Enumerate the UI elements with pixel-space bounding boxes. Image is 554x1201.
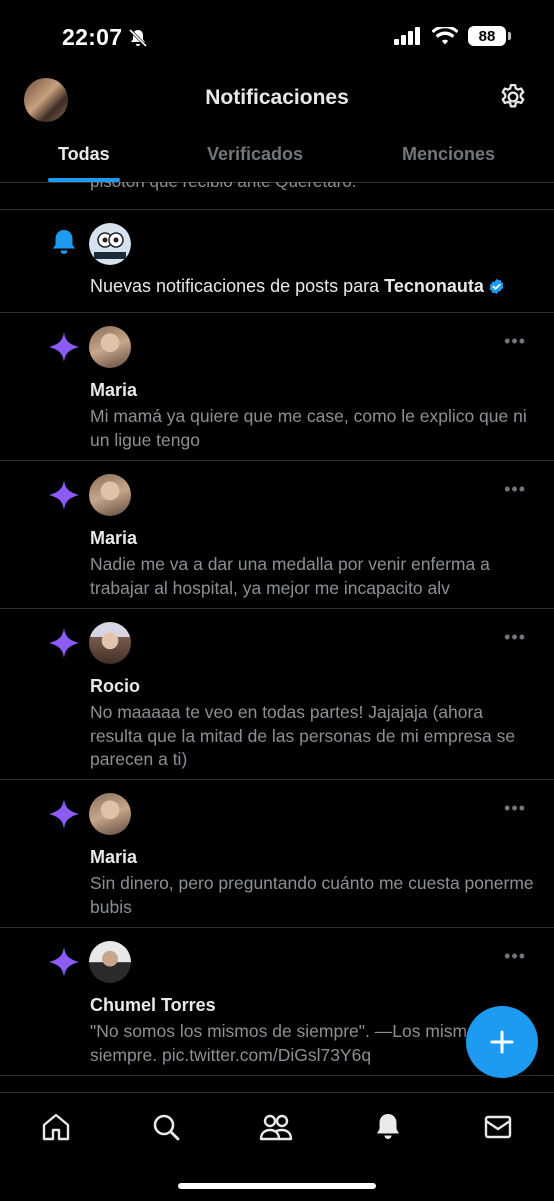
more-options-icon[interactable]: ••• bbox=[504, 798, 526, 819]
bottom-nav bbox=[0, 1092, 554, 1201]
subscription-notification[interactable]: Nuevas notificaciones de posts para Tecn… bbox=[0, 210, 554, 313]
notification-item[interactable]: ••• Rocio No maaaaa te veo en todas part… bbox=[0, 609, 554, 780]
tecnonauta-avatar[interactable] bbox=[89, 223, 131, 265]
author-name[interactable]: Maria bbox=[90, 528, 137, 549]
bell-slash-icon bbox=[128, 28, 148, 48]
home-icon bbox=[42, 1113, 70, 1141]
notification-item[interactable]: ••• Maria Nadie me va a dar una medalla … bbox=[0, 461, 554, 609]
wifi-icon bbox=[432, 26, 458, 44]
author-avatar[interactable] bbox=[89, 941, 131, 983]
verified-badge-icon bbox=[489, 278, 504, 295]
sparkle-icon bbox=[49, 947, 79, 977]
author-name[interactable]: Chumel Torres bbox=[90, 995, 216, 1016]
bell-icon bbox=[53, 230, 75, 254]
battery-indicator: 88 bbox=[468, 26, 511, 46]
author-name[interactable]: Rocio bbox=[90, 676, 140, 697]
notification-text: Nadie me va a dar una medalla por venir … bbox=[90, 554, 490, 598]
gear-icon[interactable] bbox=[498, 82, 528, 112]
nav-messages[interactable] bbox=[480, 1109, 516, 1145]
more-options-icon[interactable]: ••• bbox=[504, 946, 526, 967]
header: Notificaciones Todas Verificados Mencion… bbox=[0, 76, 554, 183]
notification-text: No maaaaa te veo en todas partes! Jajaja… bbox=[90, 702, 516, 769]
clipped-notification-text: pisotón que recibió ante Querétaro. bbox=[90, 182, 357, 192]
plus-icon bbox=[490, 1030, 514, 1054]
notification-text: Sin dinero, pero preguntando cuánto me c… bbox=[90, 873, 534, 917]
nav-communities[interactable] bbox=[258, 1109, 294, 1145]
search-icon bbox=[153, 1114, 180, 1141]
cellular-signal-icon bbox=[394, 27, 420, 45]
sparkle-icon bbox=[49, 480, 79, 510]
status-time: 22:07 bbox=[62, 24, 123, 50]
tecnonauta-logo-icon bbox=[89, 223, 131, 265]
nav-search[interactable] bbox=[148, 1109, 184, 1145]
sparkle-icon bbox=[49, 628, 79, 658]
sparkle-icon bbox=[49, 799, 79, 829]
subscription-prefix: Nuevas notificaciones de posts para bbox=[90, 276, 385, 296]
tab-bar: Todas Verificados Menciones bbox=[0, 140, 554, 183]
communities-icon bbox=[259, 1114, 293, 1141]
home-indicator bbox=[178, 1183, 376, 1189]
notifications-feed[interactable]: pisotón que recibió ante Querétaro. Nuev… bbox=[0, 182, 554, 1092]
subscription-account[interactable]: Tecnonauta bbox=[384, 276, 484, 296]
subscription-text: Nuevas notificaciones de posts para Tecn… bbox=[90, 276, 505, 297]
author-avatar[interactable] bbox=[89, 326, 131, 368]
sparkle-icon bbox=[49, 332, 79, 362]
notification-text: Mi mamá ya quiere que me case, como le e… bbox=[90, 406, 527, 450]
author-name[interactable]: Maria bbox=[90, 847, 137, 868]
author-avatar[interactable] bbox=[89, 622, 131, 664]
notification-item[interactable]: ••• Maria Mi mamá ya quiere que me case,… bbox=[0, 313, 554, 461]
author-avatar[interactable] bbox=[89, 793, 131, 835]
clipped-notification[interactable]: pisotón que recibió ante Querétaro. bbox=[0, 182, 554, 210]
nav-home[interactable] bbox=[38, 1109, 74, 1145]
author-avatar[interactable] bbox=[89, 474, 131, 516]
tab-todas[interactable]: Todas bbox=[58, 144, 110, 165]
mail-icon bbox=[484, 1115, 512, 1139]
compose-button[interactable] bbox=[466, 1006, 538, 1078]
more-options-icon[interactable]: ••• bbox=[504, 331, 526, 352]
page-title: Notificaciones bbox=[205, 86, 349, 109]
tab-menciones[interactable]: Menciones bbox=[402, 144, 495, 165]
status-bar: 22:07 88 bbox=[0, 0, 554, 76]
notification-item[interactable]: ••• Maria Sin dinero, pero preguntando c… bbox=[0, 780, 554, 928]
bell-icon bbox=[377, 1114, 399, 1139]
nav-notifications[interactable] bbox=[370, 1109, 406, 1145]
tab-verificados[interactable]: Verificados bbox=[207, 144, 303, 165]
author-name[interactable]: Maria bbox=[90, 380, 137, 401]
more-options-icon[interactable]: ••• bbox=[504, 627, 526, 648]
more-options-icon[interactable]: ••• bbox=[504, 479, 526, 500]
